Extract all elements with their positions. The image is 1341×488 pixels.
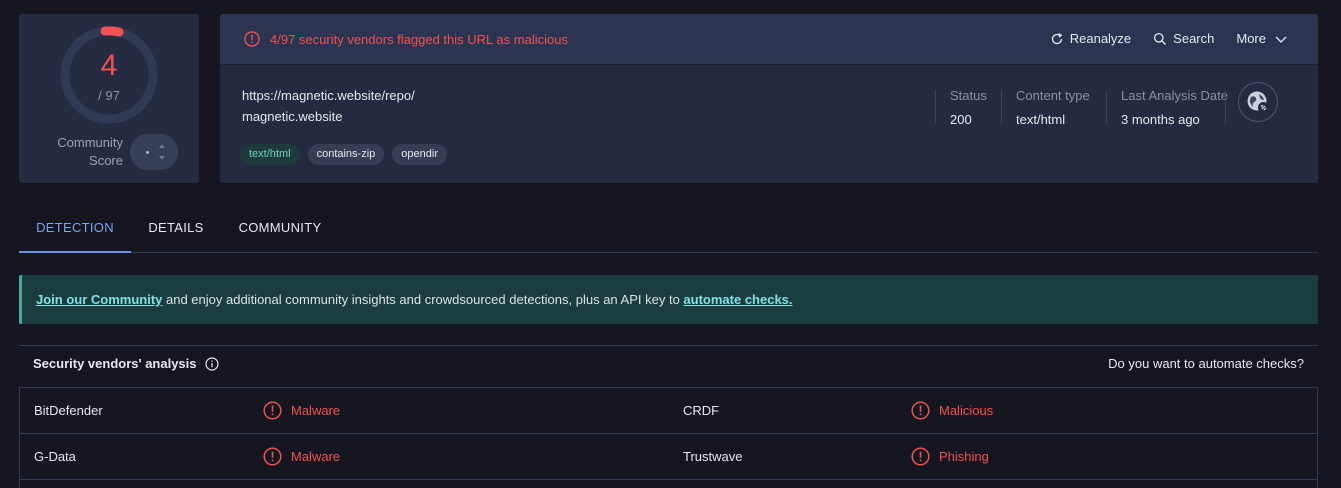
join-community-link[interactable]: Join our Community <box>36 292 162 307</box>
community-score-stepper[interactable] <box>130 134 178 170</box>
meta-divider <box>1225 90 1226 124</box>
globe-link-icon <box>1247 91 1269 113</box>
vendor-result: Phishing <box>911 447 989 466</box>
tab-community[interactable]: COMMUNITY <box>235 205 325 253</box>
url-info-card: 4/97 security vendors flagged this URL a… <box>220 14 1318 183</box>
content-type-value: text/html <box>1016 112 1066 127</box>
vendor-result-text: Malware <box>291 403 341 418</box>
status-value: 200 <box>950 112 972 127</box>
last-analysis-meta: Last Analysis Date 3 months ago <box>1121 88 1228 127</box>
automate-checks-prompt[interactable]: Do you want to automate checks? <box>1108 356 1304 371</box>
score-dot <box>146 151 149 154</box>
vendor-name: CRDF <box>683 403 720 418</box>
table-row: G-Data Malware Trustwave Phishing <box>20 434 1317 480</box>
vendor-name: G-Data <box>34 449 76 464</box>
vendors-title: Security vendors' analysis <box>33 356 219 371</box>
meta-divider <box>1106 90 1107 124</box>
vendor-result: Malware <box>263 447 340 466</box>
community-banner: Join our Community and enjoy additional … <box>19 275 1318 324</box>
refresh-icon <box>1051 32 1063 44</box>
table-row: BitDefender Malware CRDF Malicious <box>20 388 1317 434</box>
automate-checks-link[interactable]: automate checks. <box>683 292 792 307</box>
vendors-title-text: Security vendors' analysis <box>33 356 197 371</box>
alert-icon <box>263 401 282 420</box>
community-score-card: 4 / 97 Community Score <box>19 14 199 183</box>
reanalyze-button[interactable]: Reanalyze <box>1050 31 1131 46</box>
vendors-header: Security vendors' analysis Do you want t… <box>19 345 1318 382</box>
status-label: Status <box>950 88 987 103</box>
info-icon[interactable] <box>204 356 219 371</box>
chevron-down-icon <box>1275 36 1287 43</box>
tab-bar: DETECTION DETAILS COMMUNITY <box>19 205 1318 253</box>
vendor-result-text: Phishing <box>939 449 989 464</box>
alert-icon <box>911 447 930 466</box>
url-globe-button[interactable] <box>1238 82 1278 122</box>
reanalyze-label: Reanalyze <box>1069 31 1132 46</box>
tab-details[interactable]: DETAILS <box>141 205 211 253</box>
alert-icon <box>263 447 282 466</box>
content-type-meta: Content type text/html <box>1016 88 1090 127</box>
analyzed-url: https://magnetic.website/repo/ <box>242 88 415 103</box>
vendor-result-text: Malicious <box>939 403 994 418</box>
search-icon <box>1154 32 1167 45</box>
detection-total: / 97 <box>98 88 120 103</box>
vendor-name: BitDefender <box>34 403 103 418</box>
meta-divider <box>1001 90 1002 124</box>
downvote-icon[interactable] <box>159 156 165 160</box>
content-type-label: Content type <box>1016 88 1090 103</box>
meta-divider <box>935 90 936 124</box>
vendor-result: Malicious <box>911 401 993 420</box>
alert-icon <box>244 31 260 47</box>
last-analysis-value: 3 months ago <box>1121 112 1200 127</box>
vendor-name: Trustwave <box>683 449 743 464</box>
info-header: 4/97 security vendors flagged this URL a… <box>220 14 1318 65</box>
header-actions: Reanalyze Search More <box>1028 31 1288 46</box>
tag-contains-zip[interactable]: contains-zip <box>307 144 385 165</box>
banner-text: and enjoy additional community insights … <box>162 292 684 307</box>
detection-count: 4 <box>100 49 118 82</box>
last-analysis-label: Last Analysis Date <box>1121 88 1228 103</box>
alert-text: 4/97 security vendors flagged this URL a… <box>270 31 568 47</box>
vendor-result: Malware <box>263 401 340 420</box>
more-button[interactable]: More <box>1236 31 1288 46</box>
vendor-result-text: Malware <box>291 449 341 464</box>
community-score-label: Community Score <box>57 135 123 168</box>
analyzed-domain[interactable]: magnetic.website <box>242 109 342 124</box>
tag-opendir[interactable]: opendir <box>392 144 447 165</box>
search-button[interactable]: Search <box>1153 31 1214 46</box>
upvote-icon[interactable] <box>159 144 165 148</box>
malicious-alert: 4/97 security vendors flagged this URL a… <box>244 31 568 47</box>
tag-text-html[interactable]: text/html <box>240 144 300 165</box>
status-meta: Status 200 <box>950 88 987 127</box>
more-label: More <box>1236 31 1266 46</box>
tag-list: text/html contains-zip opendir <box>240 144 455 165</box>
vendors-table: BitDefender Malware CRDF Malicious G-Dat… <box>19 387 1318 488</box>
tab-detection[interactable]: DETECTION <box>19 205 131 253</box>
search-label: Search <box>1173 31 1215 46</box>
alert-icon <box>911 401 930 420</box>
